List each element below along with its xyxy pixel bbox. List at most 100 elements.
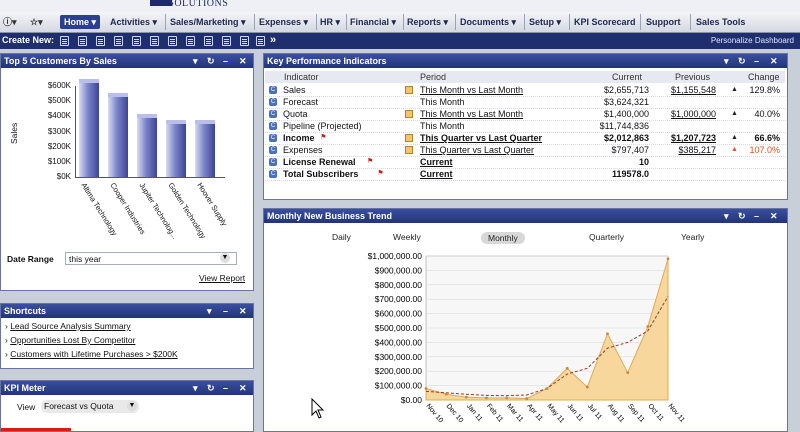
trend-chart-icon[interactable]	[405, 110, 413, 118]
panel-menu-icon[interactable]: ▾	[724, 209, 729, 223]
new-task-icon[interactable]	[150, 36, 159, 46]
minimize-icon[interactable]: –	[754, 209, 759, 223]
nav-activities[interactable]: Activities ▾	[110, 15, 157, 29]
close-icon[interactable]: ✕	[770, 54, 778, 68]
close-icon[interactable]: ✕	[770, 209, 778, 223]
nav-home[interactable]: Home ▾	[60, 15, 101, 29]
nav-kpi-scorecard[interactable]: KPI Scorecard	[574, 15, 636, 29]
personalize-dashboard-link[interactable]: Personalize Dashboard	[711, 36, 794, 45]
refresh-icon[interactable]: ↻	[738, 209, 746, 223]
tab-weekly[interactable]: Weekly	[393, 232, 421, 242]
kpi-config-icon[interactable]: C	[269, 98, 277, 106]
close-icon[interactable]: ✕	[239, 54, 247, 68]
close-icon[interactable]: ✕	[239, 304, 247, 318]
nav-reports[interactable]: Reports ▾	[407, 15, 448, 29]
new-user-icon[interactable]	[132, 36, 141, 46]
nav-hr[interactable]: HR ▾	[320, 15, 340, 29]
view-select[interactable]: Forecast vs Quota	[41, 400, 139, 413]
kpi-period[interactable]: This Month vs Last Month	[420, 84, 523, 96]
panel-menu-icon[interactable]: ▾	[724, 54, 729, 68]
favorites-star-icon[interactable]: ☆▾	[30, 15, 43, 29]
kpi-config-icon[interactable]: C	[269, 134, 277, 142]
kpi-period[interactable]: This Quarter vs Last Quarter	[420, 132, 542, 144]
new-report-icon[interactable]	[204, 36, 213, 46]
shortcut-item[interactable]: › Customers with Lifetime Purchases > $2…	[5, 349, 178, 359]
nav-financial[interactable]: Financial ▾	[350, 15, 396, 29]
panel-menu-icon[interactable]: ▾	[193, 381, 198, 395]
view-report-link[interactable]: View Report	[199, 273, 245, 283]
nav-setup[interactable]: Setup ▾	[529, 15, 561, 29]
bar[interactable]	[137, 115, 157, 177]
shortcut-link[interactable]: Opportunities Lost By Competitor	[10, 335, 135, 345]
nav-sales-tools[interactable]: Sales Tools	[696, 15, 745, 29]
minimize-icon[interactable]: –	[223, 381, 228, 395]
minimize-icon[interactable]: –	[223, 304, 228, 318]
kpi-row[interactable]: C Total Subscribers ⚑ Current 119578.0	[265, 168, 786, 181]
kpi-config-icon[interactable]: C	[269, 86, 277, 94]
new-quote-icon[interactable]	[256, 36, 265, 46]
shortcut-item[interactable]: › Opportunities Lost By Competitor	[5, 335, 135, 345]
bar[interactable]	[195, 122, 215, 177]
new-invoice-icon[interactable]	[186, 36, 195, 46]
minimize-icon[interactable]: –	[223, 54, 228, 68]
kpi-config-icon[interactable]: C	[269, 158, 277, 166]
kpi-period[interactable]: Current	[420, 168, 453, 180]
new-lead-icon[interactable]	[96, 36, 105, 46]
col-previous[interactable]: Previous	[675, 71, 711, 83]
kpi-current: $3,624,321	[603, 97, 649, 107]
more-chevron-icon[interactable]: »	[270, 34, 276, 46]
dropdown-arrow-icon[interactable]: ▼	[127, 401, 137, 411]
col-change[interactable]: Change	[748, 71, 780, 83]
nav-divider	[346, 14, 347, 30]
new-account-icon[interactable]	[60, 36, 69, 46]
kpi-period[interactable]: This Month	[420, 96, 465, 108]
panel-menu-icon[interactable]: ▾	[207, 304, 212, 318]
nav-support[interactable]: Support	[646, 15, 681, 29]
trend-chart-icon[interactable]	[405, 146, 413, 154]
kpi-period[interactable]: This Quarter vs Last Quarter	[420, 144, 534, 156]
kpi-config-icon[interactable]: C	[269, 146, 277, 154]
kpi-config-icon[interactable]: C	[269, 110, 277, 118]
help-menu-icon[interactable]: ⓘ▾	[3, 15, 17, 29]
new-expense-icon[interactable]	[222, 36, 231, 46]
tab-yearly[interactable]: Yearly	[681, 232, 704, 242]
col-current[interactable]: Current	[612, 71, 643, 83]
trend-chart-icon[interactable]	[405, 86, 413, 94]
date-range-select[interactable]: this year	[65, 252, 237, 265]
tab-daily[interactable]: Daily	[332, 232, 351, 242]
shortcut-item[interactable]: › Lead Source Analysis Summary	[5, 321, 131, 331]
bar[interactable]	[79, 81, 99, 177]
panel-menu-icon[interactable]: ▾	[193, 54, 198, 68]
kpi-period[interactable]: This Month	[420, 120, 465, 132]
new-contact-icon[interactable]	[78, 36, 87, 46]
col-indicator[interactable]: Indicator	[284, 71, 319, 83]
bar-top	[137, 113, 157, 118]
tab-quarterly[interactable]: Quarterly	[589, 232, 624, 242]
dropdown-arrow-icon[interactable]: ▼	[220, 253, 230, 263]
shortcut-link[interactable]: Lead Source Analysis Summary	[10, 321, 130, 331]
col-period[interactable]: Period	[420, 71, 447, 83]
refresh-icon[interactable]: ↻	[738, 54, 746, 68]
minimize-icon[interactable]: –	[754, 54, 759, 68]
new-help-icon[interactable]	[114, 36, 123, 46]
nav-divider	[316, 14, 317, 30]
tab-monthly[interactable]: Monthly	[481, 232, 525, 244]
nav-expenses[interactable]: Expenses ▾	[259, 15, 308, 29]
bar[interactable]	[166, 121, 186, 177]
kpi-config-icon[interactable]: C	[269, 122, 277, 130]
create-new-bar: Create New: » Personalize Dashboard	[0, 33, 800, 49]
nav-documents[interactable]: Documents ▾	[460, 15, 516, 29]
bar[interactable]	[108, 95, 128, 177]
kpi-period[interactable]: Current	[420, 156, 453, 168]
refresh-icon[interactable]: ↻	[207, 54, 215, 68]
new-order-icon[interactable]	[240, 36, 249, 46]
new-document-icon[interactable]	[168, 36, 177, 46]
shortcut-link[interactable]: Customers with Lifetime Purchases > $200…	[10, 349, 177, 359]
refresh-icon[interactable]: ↻	[207, 381, 215, 395]
nav-divider	[165, 14, 166, 30]
kpi-config-icon[interactable]: C	[269, 170, 277, 178]
kpi-period[interactable]: This Month vs Last Month	[420, 108, 523, 120]
nav-sales-marketing[interactable]: Sales/Marketing ▾	[170, 15, 246, 29]
trend-chart-icon[interactable]	[405, 134, 413, 142]
close-icon[interactable]: ✕	[239, 381, 247, 395]
